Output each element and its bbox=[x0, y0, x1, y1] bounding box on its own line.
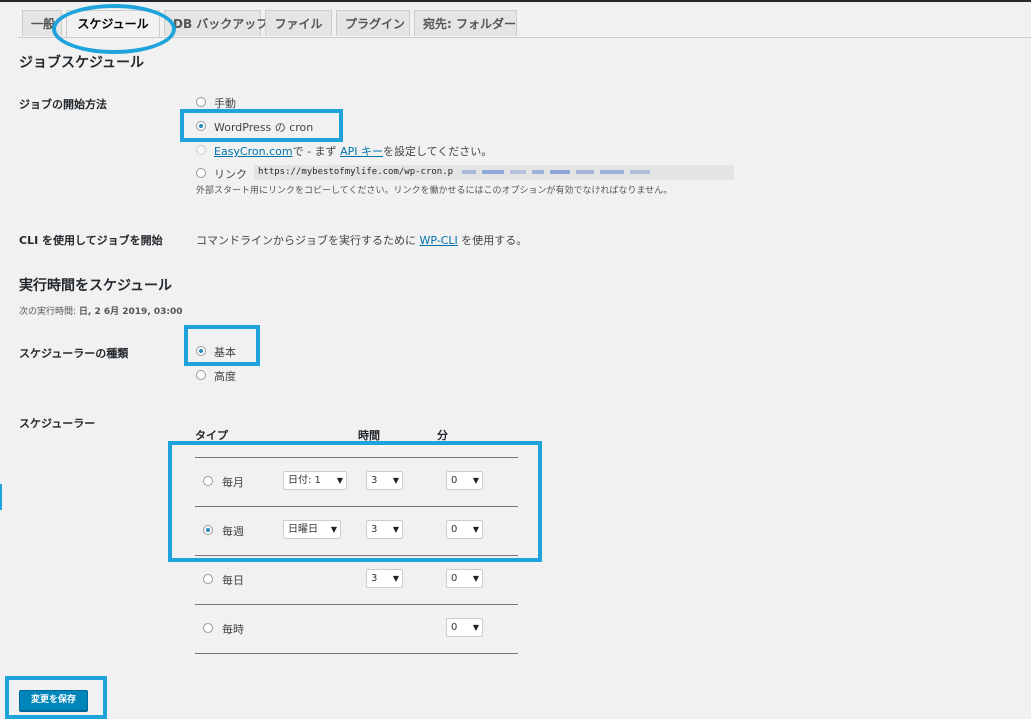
easycron-text-tail: を設定してください。 bbox=[382, 145, 493, 158]
highlight-circle bbox=[52, 4, 176, 54]
daily-minute-value: 0 bbox=[451, 573, 458, 584]
easycron-line: EasyCron.comで - まず API キーを設定してください。 bbox=[214, 143, 492, 159]
daily-minute-select[interactable]: 0 ▼ bbox=[446, 569, 483, 588]
radio-advanced[interactable] bbox=[196, 370, 206, 380]
link-hint: 外部スタート用にリンクをコピーしてください。リンクを働かせるにはこのオプションが… bbox=[196, 186, 673, 196]
wp-cli-link[interactable]: WP-CLI bbox=[420, 234, 458, 247]
redacted-token bbox=[459, 167, 653, 177]
left-edge-marker bbox=[0, 484, 2, 510]
daily-hour-select[interactable]: 3 ▼ bbox=[366, 569, 403, 588]
tab-db-backup[interactable]: DB バックアップ bbox=[164, 10, 268, 36]
highlight-basic bbox=[184, 325, 260, 366]
job-schedule-heading: ジョブスケジュール bbox=[19, 55, 145, 71]
cron-link-text: https://mybestofmylife.com/wp-cron.p bbox=[258, 167, 454, 177]
chevron-down-icon: ▼ bbox=[472, 574, 479, 583]
scheduler-type-label: スケジューラーの種類 bbox=[19, 347, 129, 360]
cron-link-url[interactable]: https://mybestofmylife.com/wp-cron.p bbox=[254, 165, 734, 180]
easycron-link[interactable]: EasyCron.com bbox=[214, 145, 293, 158]
chevron-down-icon: ▼ bbox=[472, 623, 479, 632]
radio-manual[interactable] bbox=[196, 97, 206, 107]
highlight-save bbox=[5, 676, 107, 719]
exec-schedule-heading: 実行時間をスケジュール bbox=[19, 278, 173, 294]
easycron-text-mid: で - まず bbox=[292, 145, 337, 158]
radio-daily[interactable] bbox=[203, 574, 213, 584]
radio-link-label: リンク bbox=[214, 168, 247, 181]
next-run: 次の実行時間: 日, 2 6月 2019, 03:00 bbox=[19, 304, 183, 317]
radio-link[interactable] bbox=[196, 168, 206, 178]
hourly-label: 毎時 bbox=[222, 623, 244, 636]
highlight-scheduler-rows bbox=[168, 441, 542, 562]
radio-advanced-label: 高度 bbox=[214, 370, 236, 383]
radio-easycron bbox=[196, 145, 206, 155]
api-key-link[interactable]: API キー bbox=[340, 145, 383, 158]
daily-hour-value: 3 bbox=[371, 573, 378, 584]
start-method-label: ジョブの開始方法 bbox=[19, 98, 107, 111]
radio-hourly[interactable] bbox=[203, 623, 213, 633]
cli-text-after: を使用する。 bbox=[461, 234, 528, 247]
row-divider bbox=[195, 604, 518, 605]
next-run-label: 次の実行時間: bbox=[19, 307, 77, 317]
next-run-value: 日, 2 6月 2019, 03:00 bbox=[78, 307, 183, 317]
highlight-wpcron bbox=[180, 109, 343, 142]
cli-text: コマンドラインからジョブを実行するために WP-CLI を使用する。 bbox=[196, 232, 527, 248]
tab-files[interactable]: ファイル bbox=[265, 10, 332, 36]
tab-plugins[interactable]: プラグイン bbox=[336, 10, 410, 36]
chevron-down-icon: ▼ bbox=[392, 574, 399, 583]
tab-destination-folder[interactable]: 宛先: フォルダー bbox=[414, 10, 517, 36]
cli-label: CLI を使用してジョブを開始 bbox=[19, 234, 163, 247]
cli-text-before: コマンドラインからジョブを実行するために bbox=[196, 234, 416, 247]
scheduler-label: スケジューラー bbox=[19, 417, 96, 430]
hourly-minute-value: 0 bbox=[451, 622, 458, 633]
hourly-minute-select[interactable]: 0 ▼ bbox=[446, 618, 483, 637]
row-divider bbox=[195, 653, 518, 654]
top-bar bbox=[0, 0, 1031, 2]
daily-label: 毎日 bbox=[222, 574, 244, 587]
